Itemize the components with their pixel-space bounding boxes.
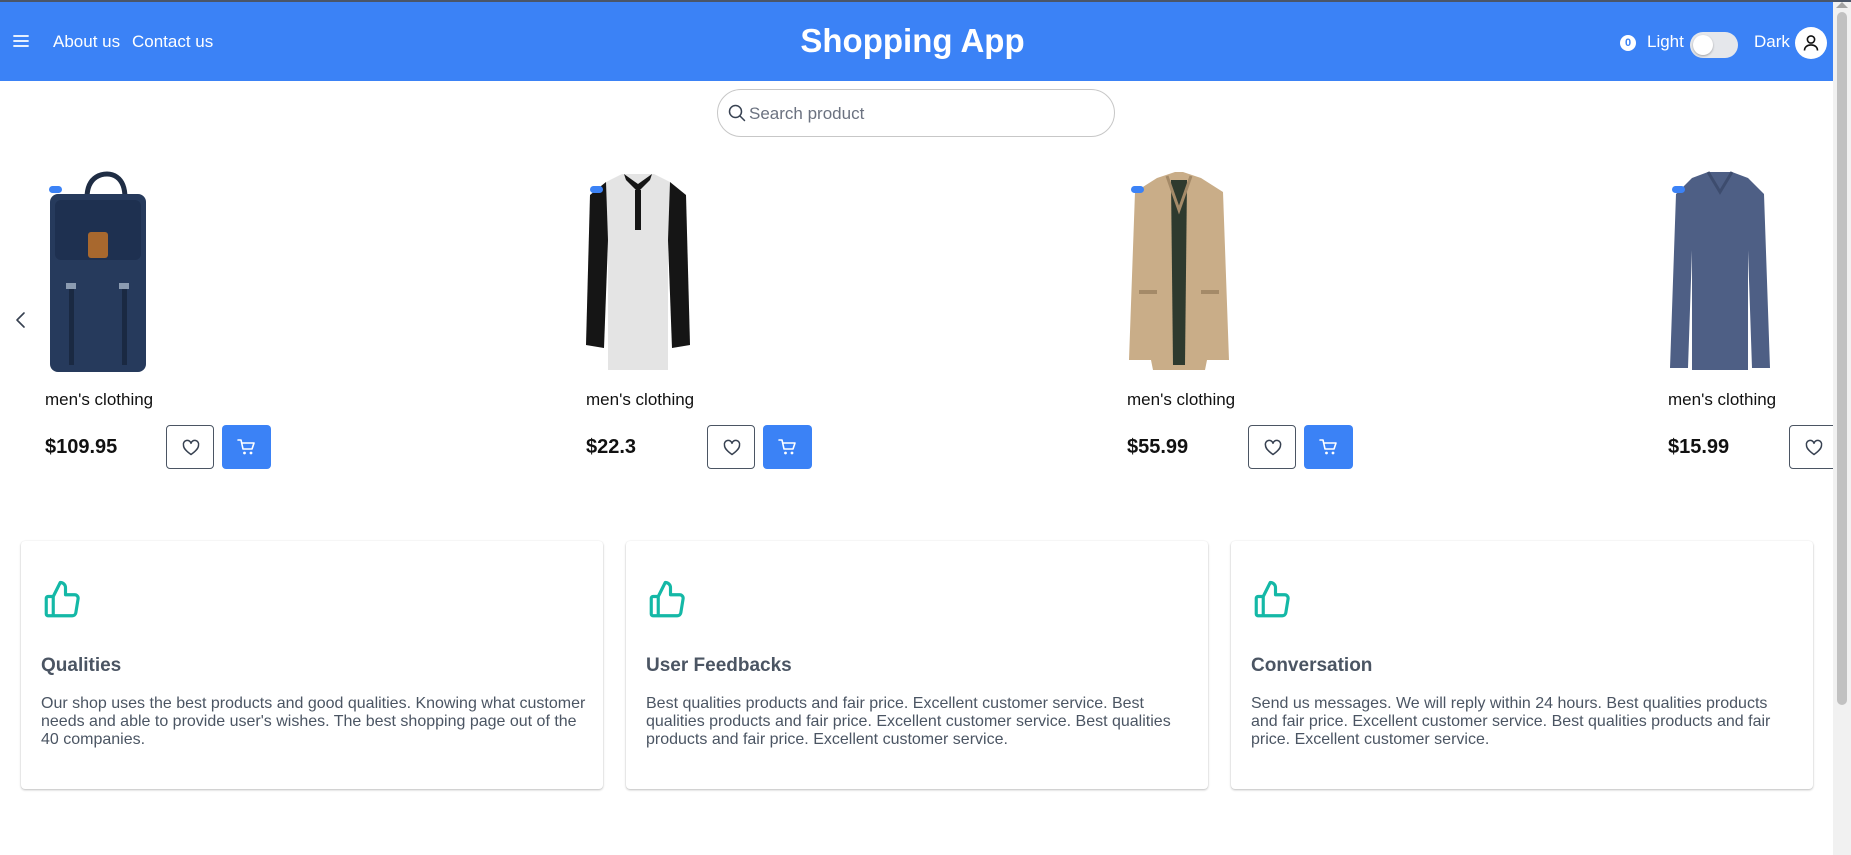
feature-text: Our shop uses the best products and good… <box>41 695 586 748</box>
product-card: men's clothing $55.99 <box>1127 170 1527 480</box>
product-badge <box>590 186 603 193</box>
product-card: men's clothing $109.95 <box>45 170 445 480</box>
product-badge <box>1672 186 1685 193</box>
product-image-backpack[interactable] <box>45 170 165 375</box>
user-icon[interactable] <box>1795 27 1827 59</box>
feature-text: Best qualities products and fair price. … <box>646 695 1171 748</box>
product-card: men's clothing $15.99 <box>1668 170 1833 480</box>
product-image-henley-shirt[interactable] <box>586 170 706 375</box>
product-price: $109.95 <box>45 436 118 458</box>
product-badge <box>49 186 62 193</box>
search-icon <box>728 104 746 122</box>
app-title: Shopping App <box>800 22 1025 59</box>
app-header: About us Contact us Shopping App 0 Light… <box>0 2 1833 81</box>
chevron-left-icon[interactable] <box>12 308 30 332</box>
thumbs-up-icon <box>1254 580 1290 618</box>
feature-title: Conversation <box>1251 655 1373 676</box>
cart-icon[interactable] <box>1304 425 1353 469</box>
product-price: $55.99 <box>1127 436 1189 458</box>
feature-card-qualities: Qualities Our shop uses the best product… <box>21 541 603 789</box>
feature-card-user-feedbacks: User Feedbacks Best qualities products a… <box>626 541 1208 789</box>
cart-icon[interactable] <box>222 425 271 469</box>
feature-text: Send us messages. We will reply within 2… <box>1251 695 1771 748</box>
thumbs-up-icon <box>649 580 685 618</box>
heart-icon[interactable] <box>1248 425 1296 469</box>
product-badge <box>1131 186 1144 193</box>
theme-toggle[interactable] <box>1690 32 1738 58</box>
thumbs-up-icon <box>44 580 80 618</box>
cart-count-badge[interactable]: 0 <box>1620 35 1636 51</box>
scroll-up-arrow[interactable] <box>1836 2 1848 8</box>
product-category: men's clothing <box>45 390 154 409</box>
light-mode-label: Light <box>1647 32 1684 51</box>
heart-icon[interactable] <box>707 425 755 469</box>
cart-icon[interactable] <box>763 425 812 469</box>
product-category: men's clothing <box>586 390 695 409</box>
heart-icon[interactable] <box>1789 425 1833 469</box>
product-image-long-sleeve-tee[interactable] <box>1668 170 1788 375</box>
feature-card-conversation: Conversation Send us messages. We will r… <box>1231 541 1813 789</box>
search-input[interactable] <box>747 100 1091 128</box>
toggle-knob <box>1693 35 1713 55</box>
dark-mode-label: Dark <box>1754 32 1790 51</box>
product-category: men's clothing <box>1668 390 1777 409</box>
product-price: $22.3 <box>586 436 637 458</box>
feature-title: Qualities <box>41 655 122 676</box>
feature-title: User Feedbacks <box>646 655 792 676</box>
product-image-jacket[interactable] <box>1127 170 1247 375</box>
product-category: men's clothing <box>1127 390 1236 409</box>
heart-icon[interactable] <box>166 425 214 469</box>
scrollbar-thumb[interactable] <box>1837 12 1847 705</box>
product-card: men's clothing $22.3 <box>586 170 986 480</box>
product-price: $15.99 <box>1668 436 1730 458</box>
search-bar <box>717 89 1115 137</box>
